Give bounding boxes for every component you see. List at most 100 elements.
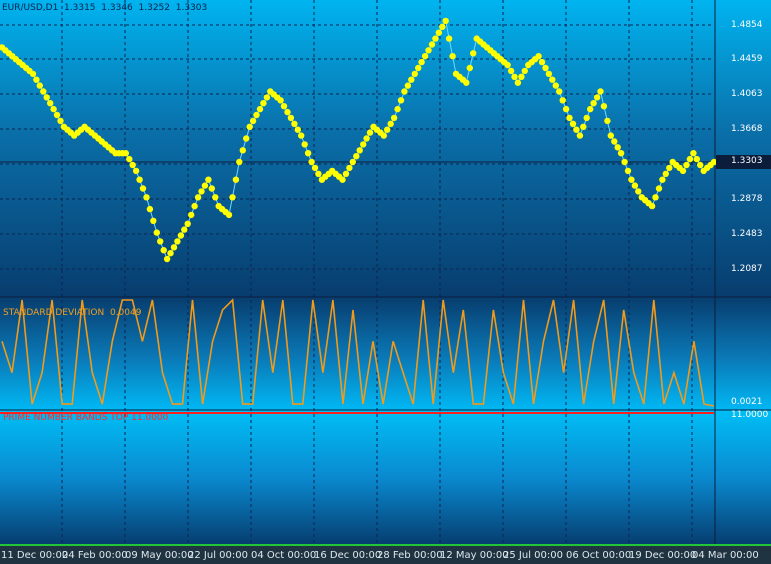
time-tick: 09 May 00:00 [125, 550, 194, 561]
mt4-chart-window[interactable]: EUR/USD,D1 1.3315 1.3346 1.3252 1.3303 1… [0, 0, 771, 564]
price-dot [304, 150, 312, 157]
price-dot [607, 132, 614, 139]
price-dot [697, 161, 704, 169]
price-dot [470, 50, 477, 57]
price-dot [466, 64, 473, 72]
price-tick: 1.2878 [731, 194, 763, 204]
price-dot [411, 70, 418, 78]
price-dot [260, 100, 267, 107]
symbol-timeframe: EUR/USD,D1 [2, 3, 59, 13]
price-dot [593, 94, 601, 101]
price-dot [552, 82, 559, 89]
price-dot [146, 205, 154, 213]
std-dev-name: STANDARD DEVIATION [3, 308, 105, 318]
price-dot [683, 161, 690, 169]
chart-overlay [0, 0, 771, 544]
price-tick: 1.4459 [731, 54, 763, 64]
price-dot [360, 141, 367, 148]
price-dot [33, 76, 40, 83]
price-dot [294, 126, 301, 133]
price-tick: 1.4063 [731, 89, 763, 99]
price-dot [36, 82, 43, 89]
price-dot [428, 41, 436, 48]
price-dot [160, 247, 167, 254]
price-dot [366, 129, 374, 136]
price-dot [201, 182, 209, 189]
price-dot [212, 194, 219, 201]
price-dot [339, 176, 346, 183]
price-dot [353, 153, 360, 160]
price-dot [435, 29, 442, 36]
price-dot [177, 232, 185, 239]
price-dot [346, 164, 353, 172]
price-dot [504, 61, 511, 69]
price-dot [243, 135, 250, 142]
price-dot [194, 194, 202, 201]
price-dot [514, 79, 522, 86]
price-dot [122, 150, 129, 157]
price-dot [308, 158, 315, 166]
price-dot [205, 176, 212, 183]
price-tick: 1.2483 [731, 229, 763, 239]
price-dot [690, 150, 697, 157]
price-dot [587, 105, 594, 113]
price-dot [315, 170, 322, 177]
price-dot [246, 123, 253, 130]
price-dot [621, 158, 628, 166]
price-dot [150, 217, 157, 224]
price-dot [404, 82, 412, 89]
price-line [1, 19, 715, 261]
price-dot [174, 238, 181, 245]
price-dot [390, 114, 398, 122]
price-dot [232, 176, 240, 183]
time-tick: 11 Dec 00:00 [1, 550, 69, 561]
price-dot [507, 67, 515, 75]
price-dot [349, 158, 356, 166]
time-axis[interactable]: 11 Dec 00:00 24 Feb 00:00 09 May 00:00 2… [0, 544, 771, 564]
price-dot [380, 132, 387, 139]
price-dot [624, 167, 632, 175]
price-dot [132, 167, 140, 175]
prime-bands-name: PRIME NUMBER BANDS TOP [3, 413, 129, 423]
price-dot [153, 229, 160, 236]
time-tick: 12 May 00:00 [440, 550, 509, 561]
ohlc-close: 1.3303 [175, 3, 208, 13]
price-dot [556, 88, 563, 95]
price-dot [298, 132, 305, 139]
price-dot [432, 35, 439, 42]
time-tick: 25 Jul 00:00 [503, 550, 563, 561]
price-dot [181, 226, 188, 233]
price-dot [576, 132, 584, 139]
price-dot [662, 170, 669, 177]
price-dot [655, 185, 663, 192]
price-dot [518, 73, 525, 81]
time-tick: 16 Dec 00:00 [314, 550, 382, 561]
price-dot [604, 117, 611, 125]
price-dot [253, 111, 260, 119]
price-tick: 1.2087 [731, 264, 763, 274]
price-dot [425, 47, 432, 54]
price-dot [188, 211, 195, 219]
price-dot [284, 108, 291, 116]
price-tick: 1.3668 [731, 124, 763, 134]
price-dot [387, 120, 394, 128]
price-dot [439, 23, 446, 30]
price-dot [342, 170, 350, 177]
price-dot [139, 185, 147, 192]
price-dot [301, 141, 308, 148]
price-dot [421, 53, 429, 60]
price-dot [167, 250, 174, 257]
price-dot [463, 79, 470, 86]
price-dot [256, 105, 264, 113]
price-dot [666, 164, 673, 172]
price-dot [445, 35, 453, 42]
price-dot [311, 164, 319, 172]
price-dot [287, 114, 295, 122]
price-dot [249, 117, 257, 125]
price-dot [686, 155, 694, 163]
price-dot [239, 147, 246, 154]
time-tick: 28 Feb 00:00 [377, 550, 443, 561]
std-dev-caption: STANDARD DEVIATION 0.0049 [3, 308, 141, 318]
time-tick: 04 Mar 00:00 [692, 550, 759, 561]
price-dot [184, 220, 191, 227]
